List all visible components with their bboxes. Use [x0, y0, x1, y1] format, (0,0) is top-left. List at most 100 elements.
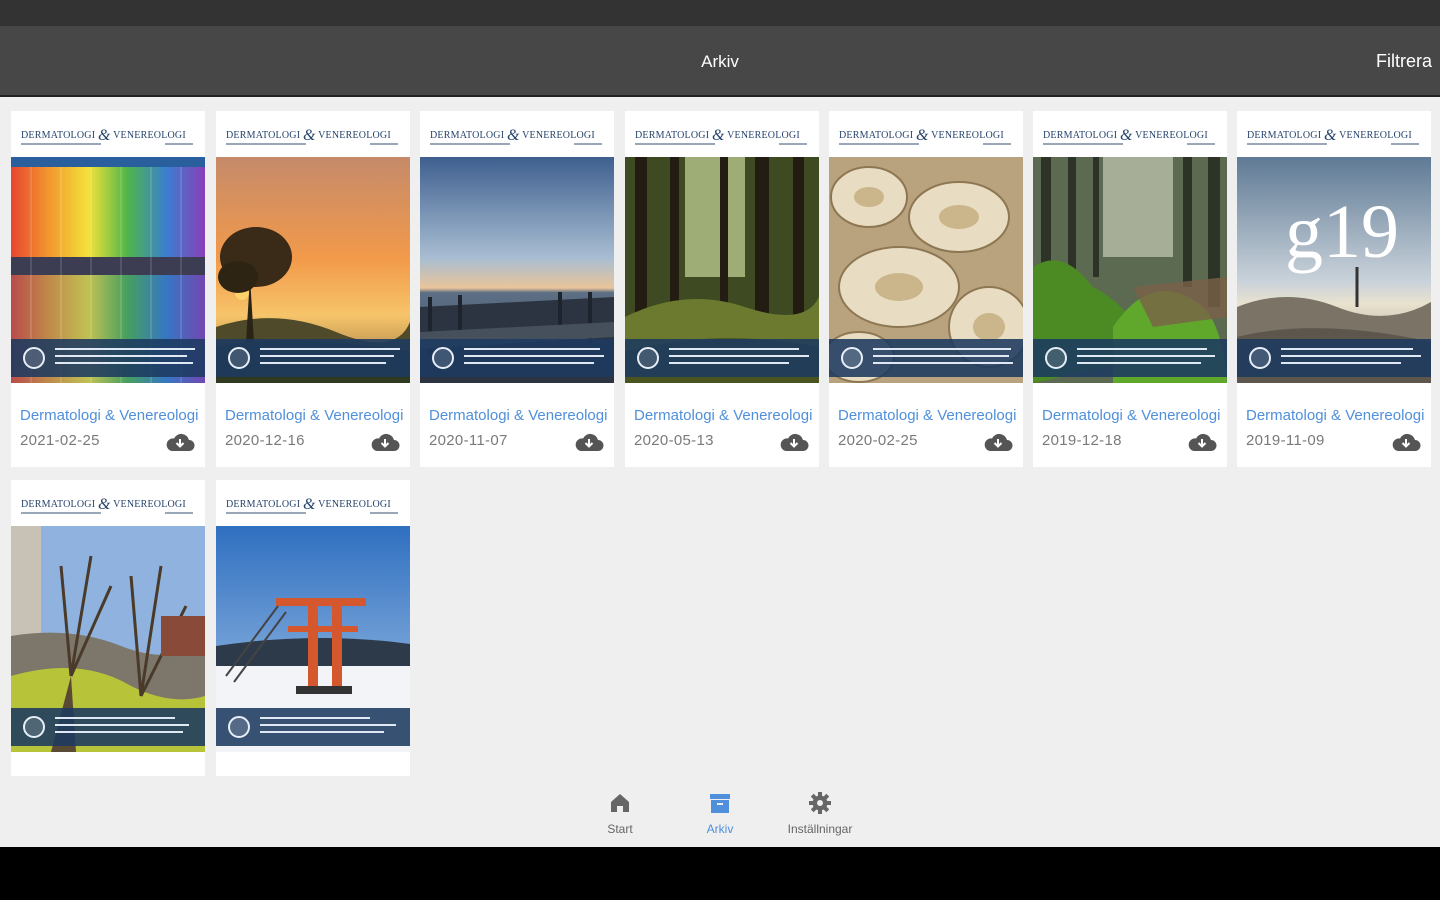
- cloud-download-icon[interactable]: [574, 431, 604, 453]
- issue-card[interactable]: DERMATOLOGI & VENEREOLOGI: [11, 480, 205, 776]
- masthead-left: DERMATOLOGI: [226, 130, 301, 141]
- issue-date: 2020-02-25: [838, 432, 918, 449]
- cover-masthead: DERMATOLOGI & VENEREOLOGI: [11, 480, 205, 526]
- issue-card[interactable]: DERMATOLOGI & VENEREOLOGI: [11, 111, 205, 467]
- cover-masthead: DERMATOLOGI & VENEREOLOGI: [1033, 111, 1227, 157]
- masthead-amp: &: [711, 127, 725, 144]
- issue-title[interactable]: Dermatologi & Venereologi: [225, 407, 403, 424]
- issue-card[interactable]: DERMATOLOGI & VENEREOLOGI: [625, 111, 819, 467]
- issue-date: 2019-12-18: [1042, 432, 1122, 449]
- issue-card[interactable]: DERMATOLOGI & VENEREOLOGI: [1033, 111, 1227, 467]
- issue-cover[interactable]: DERMATOLOGI & VENEREOLOGI: [1033, 111, 1227, 383]
- issue-cover[interactable]: DERMATOLOGI & VENEREOLOGI g19: [1237, 111, 1431, 383]
- issue-card[interactable]: DERMATOLOGI & VENEREOLOGI: [216, 111, 410, 467]
- society-seal-icon: [432, 347, 454, 369]
- society-seal-icon: [228, 347, 250, 369]
- masthead-left: DERMATOLOGI: [430, 130, 505, 141]
- masthead-amp: &: [97, 127, 111, 144]
- masthead-amp: &: [1323, 127, 1337, 144]
- cover-band: [11, 708, 205, 746]
- masthead-amp: &: [1119, 127, 1133, 144]
- page-title: Arkiv: [701, 52, 739, 71]
- archive-icon: [710, 794, 730, 813]
- issue-cover[interactable]: DERMATOLOGI & VENEREOLOGI: [216, 111, 410, 383]
- masthead-amp: &: [506, 127, 520, 144]
- society-seal-icon: [228, 716, 250, 738]
- issue-card[interactable]: DERMATOLOGI & VENEREOLOGI: [216, 480, 410, 776]
- masthead-left: DERMATOLOGI: [21, 499, 96, 510]
- cloud-download-icon[interactable]: [165, 431, 195, 453]
- cover-masthead: DERMATOLOGI & VENEREOLOGI: [216, 480, 410, 526]
- society-seal-icon: [23, 347, 45, 369]
- cover-band: [420, 339, 614, 377]
- masthead-right: VENEREOLOGI: [113, 130, 186, 141]
- cloud-download-icon[interactable]: [1391, 431, 1421, 453]
- cover-band: [216, 339, 410, 377]
- issue-card[interactable]: DERMATOLOGI & VENEREOLOGI g19 Dermatolog…: [1237, 111, 1431, 467]
- masthead-left: DERMATOLOGI: [635, 130, 710, 141]
- issue-title[interactable]: Dermatologi & Venereologi: [1246, 407, 1424, 424]
- issue-cover[interactable]: DERMATOLOGI & VENEREOLOGI: [11, 111, 205, 383]
- society-seal-icon: [1045, 347, 1067, 369]
- issue-card[interactable]: DERMATOLOGI & VENEREOLOGI: [829, 111, 1023, 467]
- nav-label: Start: [607, 822, 633, 836]
- cloud-download-icon[interactable]: [1187, 431, 1217, 453]
- cover-band: [625, 339, 819, 377]
- society-seal-icon: [637, 347, 659, 369]
- issue-card[interactable]: DERMATOLOGI & VENEREOLOGI: [420, 111, 614, 467]
- cloud-download-icon[interactable]: [779, 431, 809, 453]
- masthead-right: VENEREOLOGI: [727, 130, 800, 141]
- cover-g19-text: g19: [1285, 190, 1399, 274]
- masthead-right: VENEREOLOGI: [1339, 130, 1412, 141]
- masthead-right: VENEREOLOGI: [318, 130, 391, 141]
- nav-label: Inställningar: [787, 822, 853, 836]
- nav-start[interactable]: Start: [570, 779, 670, 847]
- masthead-right: VENEREOLOGI: [318, 499, 391, 510]
- cover-masthead: DERMATOLOGI & VENEREOLOGI: [625, 111, 819, 157]
- cover-masthead: DERMATOLOGI & VENEREOLOGI: [216, 111, 410, 157]
- masthead-amp: &: [97, 496, 111, 513]
- nav-arkiv[interactable]: Arkiv: [670, 779, 770, 847]
- cover-band: [1033, 339, 1227, 377]
- society-seal-icon: [23, 716, 45, 738]
- masthead-amp: &: [302, 496, 316, 513]
- issue-date: 2020-12-16: [225, 432, 305, 449]
- masthead-amp: &: [302, 127, 316, 144]
- issue-cover[interactable]: DERMATOLOGI & VENEREOLOGI: [829, 111, 1023, 383]
- issue-cover[interactable]: DERMATOLOGI & VENEREOLOGI: [11, 480, 205, 752]
- cloud-download-icon[interactable]: [983, 431, 1013, 453]
- issue-grid: DERMATOLOGI & VENEREOLOGI Dermatologi & …: [11, 111, 1431, 779]
- cover-band: [216, 708, 410, 746]
- masthead-right: VENEREOLOGI: [931, 130, 1004, 141]
- filter-button[interactable]: Filtrera: [1376, 51, 1432, 72]
- masthead-left: DERMATOLOGI: [1247, 130, 1322, 141]
- society-seal-icon: [1249, 347, 1271, 369]
- masthead-right: VENEREOLOGI: [113, 499, 186, 510]
- gear-icon: [809, 792, 831, 814]
- issue-title[interactable]: Dermatologi & Venereologi: [838, 407, 1016, 424]
- masthead-left: DERMATOLOGI: [21, 130, 96, 141]
- masthead-left: DERMATOLOGI: [1043, 130, 1118, 141]
- cloud-download-icon[interactable]: [370, 431, 400, 453]
- nav-installningar[interactable]: Inställningar: [770, 779, 870, 847]
- system-navigation-bar: [0, 847, 1440, 900]
- issue-date: 2019-11-09: [1246, 432, 1325, 449]
- issue-cover[interactable]: DERMATOLOGI & VENEREOLOGI: [216, 480, 410, 752]
- issue-date: 2020-11-07: [429, 432, 508, 449]
- issue-title[interactable]: Dermatologi & Venereologi: [1042, 407, 1220, 424]
- cover-masthead: DERMATOLOGI & VENEREOLOGI: [829, 111, 1023, 157]
- masthead-amp: &: [915, 127, 929, 144]
- issue-title[interactable]: Dermatologi & Venereologi: [429, 407, 607, 424]
- issue-cover[interactable]: DERMATOLOGI & VENEREOLOGI: [625, 111, 819, 383]
- cover-masthead: DERMATOLOGI & VENEREOLOGI: [420, 111, 614, 157]
- cover-band: [829, 339, 1023, 377]
- masthead-left: DERMATOLOGI: [839, 130, 914, 141]
- society-seal-icon: [841, 347, 863, 369]
- cover-band: [1237, 339, 1431, 377]
- issue-title[interactable]: Dermatologi & Venereologi: [20, 407, 198, 424]
- masthead-left: DERMATOLOGI: [226, 499, 301, 510]
- cover-band: [11, 339, 205, 377]
- issue-cover[interactable]: DERMATOLOGI & VENEREOLOGI: [420, 111, 614, 383]
- issue-date: 2021-02-25: [20, 432, 100, 449]
- issue-title[interactable]: Dermatologi & Venereologi: [634, 407, 812, 424]
